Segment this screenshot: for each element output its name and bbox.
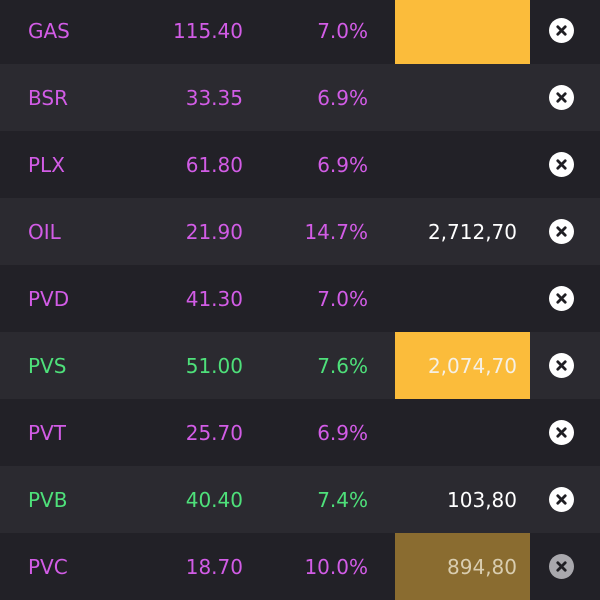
stock-symbol: PLX (28, 152, 65, 177)
stock-price: 25.70 (185, 420, 243, 445)
close-circle-icon (556, 427, 567, 438)
stock-change-percent: 6.9% (317, 420, 368, 445)
stock-symbol: PVT (28, 420, 66, 445)
stock-price: 33.35 (185, 85, 243, 110)
stock-volume: 894,80 (447, 554, 517, 579)
table-row[interactable]: PVS 51.00 7.6% 2,074,70 (0, 332, 600, 399)
close-circle-icon (556, 25, 567, 36)
stock-symbol: PVS (28, 353, 67, 378)
volume-cell (395, 64, 530, 131)
close-circle-icon (556, 561, 567, 572)
watchlist-table: GAS 115.40 7.0% BSR 33.35 6.9% PLX 61.80 6.9% OIL… (0, 0, 600, 600)
stock-symbol: OIL (28, 219, 61, 244)
close-circle-icon (556, 226, 567, 237)
volume-cell: 894,80 (395, 533, 530, 600)
table-row[interactable]: PVB 40.40 7.4% 103,80 (0, 466, 600, 533)
stock-price: 40.40 (185, 487, 243, 512)
volume-cell: 2,074,70 (395, 332, 530, 399)
table-row[interactable]: PVC 18.70 10.0% 894,80 (0, 533, 600, 600)
remove-button[interactable] (549, 219, 574, 244)
stock-change-percent: 14.7% (304, 219, 368, 244)
remove-button[interactable] (549, 286, 574, 311)
table-row[interactable]: PLX 61.80 6.9% (0, 131, 600, 198)
stock-change-percent: 7.0% (317, 18, 368, 43)
remove-button[interactable] (549, 487, 574, 512)
stock-symbol: PVB (28, 487, 68, 512)
close-circle-icon (556, 159, 567, 170)
stock-symbol: PVD (28, 286, 70, 311)
stock-volume: 103,80 (447, 487, 517, 512)
close-circle-icon (556, 494, 567, 505)
stock-price: 115.40 (173, 18, 243, 43)
volume-cell: 103,80 (395, 466, 530, 533)
volume-cell (395, 131, 530, 198)
table-row[interactable]: OIL 21.90 14.7% 2,712,70 (0, 198, 600, 265)
volume-cell: 2,712,70 (395, 198, 530, 265)
close-circle-icon (556, 360, 567, 371)
stock-price: 21.90 (185, 219, 243, 244)
stock-change-percent: 10.0% (304, 554, 368, 579)
stock-price: 51.00 (185, 353, 243, 378)
table-row[interactable]: GAS 115.40 7.0% (0, 0, 600, 64)
stock-change-percent: 7.0% (317, 286, 368, 311)
stock-symbol: BSR (28, 85, 68, 110)
stock-change-percent: 7.6% (317, 353, 368, 378)
stock-price: 18.70 (185, 554, 243, 579)
stock-price: 41.30 (185, 286, 243, 311)
remove-button[interactable] (549, 18, 574, 43)
remove-button[interactable] (549, 420, 574, 445)
volume-cell (395, 399, 530, 466)
table-row[interactable]: PVD 41.30 7.0% (0, 265, 600, 332)
remove-button[interactable] (549, 152, 574, 177)
table-row[interactable]: PVT 25.70 6.9% (0, 399, 600, 466)
close-circle-icon (556, 293, 567, 304)
remove-button[interactable] (549, 85, 574, 110)
remove-button[interactable] (549, 554, 574, 579)
volume-cell (395, 0, 530, 64)
stock-symbol: GAS (28, 18, 70, 43)
stock-price: 61.80 (185, 152, 243, 177)
stock-change-percent: 7.4% (317, 487, 368, 512)
table-row[interactable]: BSR 33.35 6.9% (0, 64, 600, 131)
stock-change-percent: 6.9% (317, 152, 368, 177)
stock-change-percent: 6.9% (317, 85, 368, 110)
close-circle-icon (556, 92, 567, 103)
stock-volume: 2,074,70 (427, 353, 517, 378)
stock-symbol: PVC (28, 554, 68, 579)
volume-cell (395, 265, 530, 332)
remove-button[interactable] (549, 353, 574, 378)
stock-volume: 2,712,70 (427, 219, 517, 244)
